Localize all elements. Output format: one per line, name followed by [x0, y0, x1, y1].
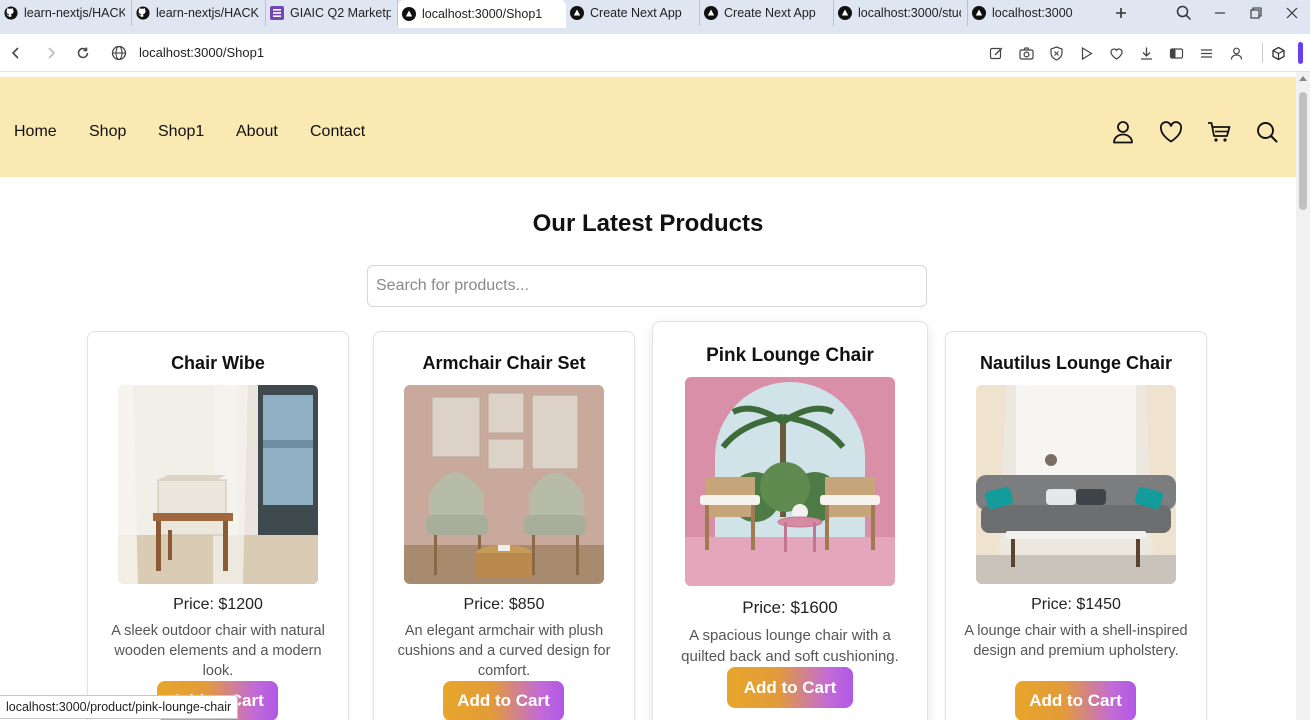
product-description: A lounge chair with a shell-inspired des…	[964, 623, 1188, 659]
vercel-icon	[570, 6, 584, 20]
tab-label: localhost:3000	[992, 6, 1073, 20]
product-image[interactable]	[404, 385, 604, 584]
product-card: Armchair Chair Set Price: $850 An elegan…	[373, 331, 635, 720]
form-icon	[270, 6, 284, 20]
nav-link-about[interactable]: About	[236, 123, 278, 141]
add-to-cart-button[interactable]: Add to Cart	[1015, 681, 1136, 720]
product-image[interactable]	[976, 385, 1176, 584]
browser-tab[interactable]: localhost:3000	[968, 0, 1104, 26]
browser-tab[interactable]: Create Next App	[566, 0, 700, 26]
tab-label: localhost:3000/Shop1	[422, 7, 543, 21]
product-price: Price: $1450	[1031, 596, 1121, 613]
collections-icon[interactable]	[1197, 44, 1215, 62]
forward-icon[interactable]	[40, 42, 62, 64]
product-description: A sleek outdoor chair with natural woode…	[111, 623, 325, 679]
browser-tab-active[interactable]: localhost:3000/Shop1	[398, 0, 566, 28]
product-price: Price: $1200	[173, 596, 263, 613]
add-to-cart-button[interactable]: Add to Cart	[727, 667, 853, 708]
product-price: Price: $850	[463, 596, 545, 613]
product-image[interactable]	[685, 377, 895, 586]
product-title: Nautilus Lounge Chair	[979, 353, 1172, 373]
github-icon	[136, 6, 150, 20]
product-price: Price: $1600	[742, 598, 838, 617]
vercel-icon	[402, 7, 416, 21]
nav-link-shop[interactable]: Shop	[89, 123, 126, 141]
tab-label: Create Next App	[590, 6, 682, 20]
address-bar: localhost:3000/Shop1	[0, 34, 1310, 72]
browser-tab[interactable]: Create Next App	[700, 0, 834, 26]
product-card: Chair Wibe Price: $1200 A sleek outdoor …	[87, 331, 349, 720]
favorite-icon[interactable]	[1107, 44, 1125, 62]
vercel-icon	[838, 6, 852, 20]
browser-tab-strip: learn-nextjs/HACKA learn-nextjs/HACKA GI…	[0, 0, 1310, 34]
cart-icon[interactable]	[1206, 119, 1232, 145]
tab-label: learn-nextjs/HACKA	[156, 6, 259, 20]
add-to-cart-button[interactable]: Add to Cart	[443, 681, 564, 720]
tab-label: Create Next App	[724, 6, 816, 20]
reload-icon[interactable]	[72, 42, 94, 64]
product-card: Nautilus Lounge Chair Price: $1450 A lou…	[945, 331, 1207, 720]
extensions-icon[interactable]	[1269, 44, 1287, 62]
browser-tab[interactable]: GIAIC Q2 Marketpla	[266, 0, 398, 26]
vercel-icon	[704, 6, 718, 20]
nav-link-contact[interactable]: Contact	[310, 123, 365, 141]
restore-icon[interactable]	[1246, 3, 1266, 23]
camera-icon[interactable]	[1017, 44, 1035, 62]
product-search-input[interactable]	[367, 265, 927, 307]
search-tabs-icon[interactable]	[1174, 3, 1194, 23]
site-info-icon[interactable]	[110, 44, 128, 62]
vercel-icon	[972, 6, 986, 20]
scrollbar-thumb[interactable]	[1299, 92, 1307, 210]
download-icon[interactable]	[1137, 44, 1155, 62]
product-card: Pink Lounge Chair Price: $1600 A spaciou…	[652, 321, 928, 720]
scroll-up-icon[interactable]	[1299, 76, 1307, 81]
site-header: Home Shop Shop1 About Contact	[0, 77, 1296, 177]
tab-label: GIAIC Q2 Marketpla	[290, 6, 391, 20]
nav-link-shop1[interactable]: Shop1	[158, 123, 204, 141]
close-window-icon[interactable]	[1282, 3, 1302, 23]
nav-link-home[interactable]: Home	[14, 123, 57, 141]
tab-label: learn-nextjs/HACKA	[24, 6, 125, 20]
play-icon[interactable]	[1077, 44, 1095, 62]
product-image[interactable]	[118, 385, 318, 584]
minimize-icon[interactable]	[1210, 3, 1230, 23]
product-title: Chair Wibe	[171, 353, 265, 373]
browser-tab[interactable]: learn-nextjs/HACKA	[0, 0, 132, 26]
copilot-sidebar-accent[interactable]	[1298, 42, 1303, 64]
sidebar-toggle-icon[interactable]	[1167, 44, 1185, 62]
browser-tab[interactable]: learn-nextjs/HACKA	[132, 0, 266, 26]
page-viewport: Home Shop Shop1 About Contact Our Latest…	[0, 72, 1296, 720]
page-title: Our Latest Products	[532, 210, 764, 237]
new-tab-icon[interactable]	[1111, 3, 1131, 23]
page-scrollbar[interactable]	[1296, 72, 1310, 720]
search-icon[interactable]	[1254, 119, 1280, 145]
shield-icon[interactable]	[1047, 44, 1065, 62]
tab-label: localhost:3000/stud	[858, 6, 961, 20]
profile-icon[interactable]	[1227, 44, 1245, 62]
product-title: Pink Lounge Chair	[706, 345, 874, 366]
product-title: Armchair Chair Set	[422, 353, 586, 373]
edit-icon[interactable]	[987, 44, 1005, 62]
user-icon[interactable]	[1110, 119, 1136, 145]
product-description: An elegant armchair with plush cushions …	[397, 623, 611, 679]
back-icon[interactable]	[5, 42, 27, 64]
url-field[interactable]: localhost:3000/Shop1	[139, 45, 264, 60]
browser-tab[interactable]: localhost:3000/stud	[834, 0, 968, 26]
link-status-bar: localhost:3000/product/pink-lounge-chair	[0, 695, 239, 719]
heart-icon[interactable]	[1158, 119, 1184, 145]
github-icon	[4, 6, 18, 20]
product-description: A spacious lounge chair with a quilted b…	[681, 627, 899, 665]
toolbar-divider	[1262, 43, 1263, 63]
